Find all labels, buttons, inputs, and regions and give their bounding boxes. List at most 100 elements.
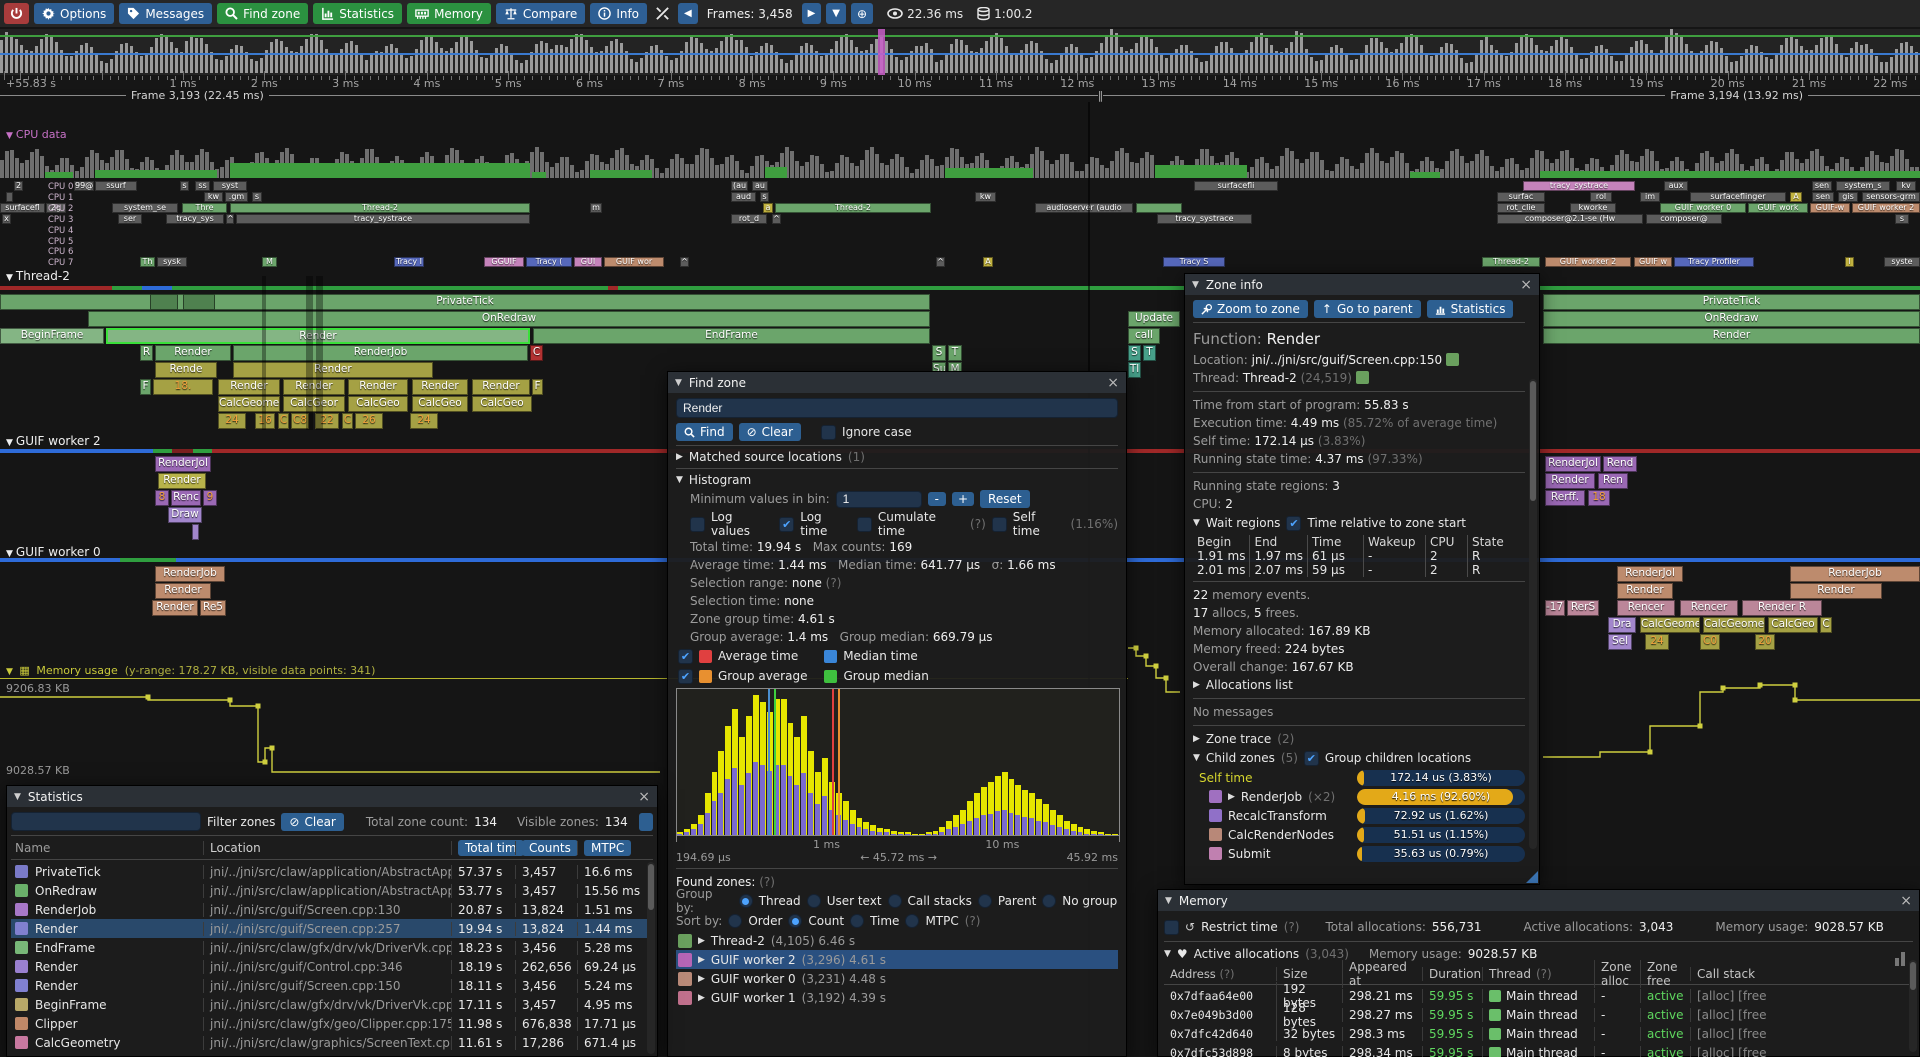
zone-chip[interactable]: F [532,379,543,395]
reset-button[interactable]: Reset [980,490,1030,508]
zone-chip[interactable]: 26 [355,413,383,429]
zone-chip[interactable]: Render [348,379,408,395]
zone-chip[interactable]: GUIF worker 2 [1545,257,1631,267]
zone-chip[interactable]: CalcGeo [472,396,532,412]
zone-chip[interactable]: 24 [218,413,246,429]
zone-chip[interactable]: RenderJol [1545,456,1601,472]
zone-chip[interactable]: PrivateTick [1543,294,1920,310]
prev-frame-button[interactable]: ◀ [678,3,698,24]
statistics-row[interactable]: Render jni/../jni/src/guif/Control.cpp:3… [11,957,653,976]
child-zone-row[interactable]: Self time172.14 us (3.83%) [1193,768,1525,787]
clear-button[interactable]: ⊘Clear [739,423,801,441]
statistics-row[interactable]: Clipper jni/../jni/src/claw/gfx/geo/Clip… [11,1014,653,1033]
zone-chip[interactable]: sen [1812,192,1834,202]
zone-chip[interactable]: M [262,257,277,267]
zone-chip[interactable]: 2 [14,181,23,191]
zone-chip[interactable]: 24 [410,413,438,429]
zone-chip[interactable]: Tracy Profiler [1674,257,1754,267]
matched-source-locations[interactable]: ▶ Matched source locations(1) [676,450,1118,464]
sort-mtpc-button[interactable]: MTPC [584,840,631,856]
statistics-row[interactable]: BeginFrame jni/../jni/src/claw/gfx/drv/v… [11,995,653,1014]
thread2-section-header[interactable]: ▼Thread-2 [6,269,70,283]
zone-chip[interactable]: syste [1884,257,1920,267]
zone-chip[interactable]: Re5 [200,600,226,616]
zone-chip[interactable]: T [948,345,962,361]
zone-chip[interactable]: C0 [1700,634,1720,650]
zone-chip[interactable]: C [342,413,353,429]
statistics-row[interactable]: PrivateTick jni/../jni/src/claw/applicat… [11,862,653,881]
zone-group-row[interactable]: ▶ GUIF worker 1 (3,192) 4.39 s [676,988,1118,1007]
zone-chip[interactable]: Tracy S [1163,257,1225,267]
zone-chip[interactable]: gis [1838,192,1858,202]
statistics-row[interactable]: CalcGeometry jni/../jni/src/claw/graphic… [11,1033,653,1052]
zone-time-histogram[interactable] [676,688,1120,836]
child-zone-row[interactable]: RecalcTransform72.92 us (1.62%) [1193,806,1525,825]
zone-chip[interactable]: Renc [171,490,201,506]
close-icon[interactable]: × [1520,278,1532,292]
zone-chip[interactable]: sensors-grm [1862,192,1920,202]
statistics-row[interactable]: Render jni/../jni/src/guif/Screen.cpp:15… [11,976,653,995]
limit-range-button[interactable] [639,813,653,831]
zone-chip[interactable]: Rend [1603,456,1637,472]
zone-chip[interactable]: RenderJol [1617,566,1683,582]
zone-chip[interactable]: GUI [574,257,602,267]
cpu-data-section-header[interactable]: ▼CPU data [6,128,67,141]
draw-group-avg-checkbox[interactable]: ✔ [678,669,693,684]
allocation-row[interactable]: 0x7dfc42d640 32 bytes 298.3 ms 59.95 s M… [1164,1024,1913,1043]
zone-chip[interactable]: GGUIF [484,257,524,267]
goto-frame-button[interactable]: ⊕ [851,3,873,24]
zone-chip[interactable]: OnRedraw [1543,311,1920,327]
zone-chip[interactable]: aux [1664,181,1688,191]
zone-chip[interactable]: surfacefl [0,203,45,213]
zone-chip[interactable]: Render [155,345,231,361]
zone-chip[interactable]: composer@2.1-se (Hw [1497,214,1643,224]
zone-group-row[interactable]: ▶ Thread-2 (4,105) 6.46 s [676,931,1118,950]
zone-chip[interactable]: GUIF-w [1810,203,1850,213]
memory-scrollbar[interactable] [1910,962,1916,990]
zone-chip[interactable]: kv [1896,181,1916,191]
group-by-user-text[interactable] [807,894,821,908]
zone-chip[interactable]: Thre [182,203,227,213]
child-zone-row[interactable]: ▶RenderJob(×2)4.16 ms (92.60%) [1193,787,1525,806]
zone-chip[interactable]: Render [1545,473,1595,489]
zone-chip[interactable]: Rencer [1617,600,1675,616]
zone-chip[interactable]: T [1143,345,1156,361]
zone-chip[interactable]: A [1790,192,1802,202]
self-time-checkbox[interactable] [992,517,1007,532]
memory-usage-section-header[interactable]: ▼ ▦ Memory usage (y-range: 178.27 KB, vi… [6,664,375,677]
zone-chip[interactable]: Rende [155,362,217,378]
zone-chip[interactable]: audioserver (audio [1035,203,1133,213]
zone-chip[interactable]: Tracy ( [526,257,572,267]
zone-chip[interactable]: kworke [1570,203,1616,213]
cumulate-time-checkbox[interactable] [857,517,872,532]
zone-chip[interactable]: PrivateTick [0,294,930,310]
power-button[interactable] [4,3,29,24]
zone-chip[interactable]: CalcGeo [412,396,468,412]
group-by-parent[interactable] [978,894,992,908]
zone-chip[interactable]: (au [731,181,748,191]
zone-info-titlebar[interactable]: ▼ Zone info × [1185,274,1539,295]
zone-chip[interactable]: system_se [112,203,178,213]
allocation-row[interactable]: 0x7e049b3d00 128 bytes 298.27 ms 59.95 s… [1164,1005,1913,1024]
log-time-checkbox[interactable]: ✔ [779,517,794,532]
zone-chip[interactable]: C [278,413,289,429]
zone-chip[interactable] [183,294,215,310]
zone-chip[interactable]: CalcGeor [283,396,345,412]
frame-right-label[interactable]: Frame 3,194 (13.92 ms) [1665,89,1808,102]
zone-chip[interactable]: ssurf [95,181,137,191]
thread-color-swatch[interactable] [1356,371,1369,384]
memory-button[interactable]: Memory [407,3,491,24]
zone-chip[interactable]: Tl [1128,362,1141,378]
wait-region-row[interactable]: 1.91 ms1.97 ms61 µs -2R [1193,549,1525,563]
zone-chip[interactable]: im [1640,192,1660,202]
zone-chip[interactable]: C [1820,617,1832,633]
zone-chip[interactable]: BeginFrame [0,328,104,344]
zone-chip[interactable]: Thread-2 [230,203,530,213]
zone-chip[interactable]: GUIF work [1748,203,1808,213]
close-icon[interactable]: × [1107,376,1119,390]
clear-filter-button[interactable]: ⊘Clear [281,813,343,831]
zone-chip[interactable]: aud [731,192,756,202]
sort-total-button[interactable]: Total tim [458,840,524,856]
zone-chip[interactable]: ss [195,181,210,191]
zone-chip[interactable]: R [140,345,153,361]
